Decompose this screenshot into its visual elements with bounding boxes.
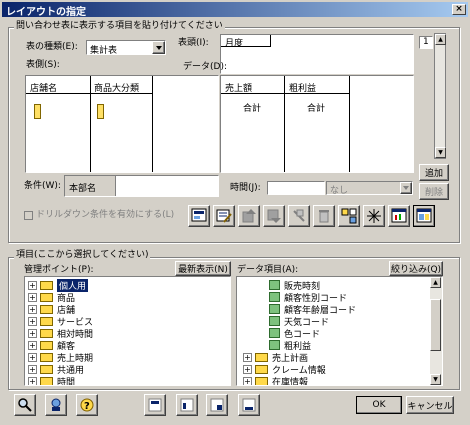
ok-button[interactable]: OK <box>356 396 402 414</box>
chevron-down-icon[interactable] <box>152 41 165 54</box>
scroll-up-icon[interactable]: ▲ <box>435 34 446 45</box>
scroll-thumb[interactable] <box>430 299 441 351</box>
tree-item[interactable]: + 共通用 <box>28 363 84 376</box>
header-label: 表頭(I): <box>178 38 209 48</box>
tree-leaf[interactable]: 顧客年齢層コード <box>269 303 356 316</box>
header-field-name: 月度 <box>225 39 244 49</box>
data-items-tree[interactable]: 販売時刻 顧客性別コード 顧客年齢層コード 天気コード 色コード 粗利益 + 売上… <box>236 276 443 386</box>
layout-window-icon[interactable] <box>413 205 435 227</box>
data-column-2-agg: 合計 <box>307 104 326 114</box>
refresh-button[interactable]: 最新表示(N) <box>175 261 231 276</box>
data-label: データ(D): <box>183 62 227 72</box>
time-select[interactable]: なし <box>326 181 413 196</box>
title-bar: レイアウトの指定 × <box>2 2 468 18</box>
insert-side-icon[interactable] <box>176 394 198 416</box>
chevron-down-icon[interactable] <box>400 182 412 194</box>
scroll-down-icon[interactable]: ▼ <box>430 374 441 385</box>
search-icon[interactable] <box>14 394 36 416</box>
side-column-1-label: 店舗名 <box>30 84 58 94</box>
time-input[interactable] <box>267 181 325 195</box>
items-group-title: 項目(ここから選択してください) <box>14 250 151 261</box>
svg-text:?: ? <box>84 401 90 412</box>
side-column-2[interactable]: 商品大分類 <box>91 76 153 172</box>
table-type-select[interactable]: 集計表 <box>86 40 166 56</box>
tree-leaf[interactable]: 販売時刻 <box>269 279 320 292</box>
condition-area[interactable]: 本部名 <box>64 175 219 197</box>
scroll-down-icon[interactable]: ▼ <box>435 147 446 158</box>
table-type-value: 集計表 <box>90 46 118 56</box>
data-column-1-agg: 合計 <box>243 104 262 114</box>
filter-button[interactable]: 絞り込み(Q) <box>389 261 443 276</box>
data-drop-area[interactable]: 売上額 合計 粗利益 合計 <box>220 75 414 173</box>
grid-icon[interactable] <box>188 205 210 227</box>
condition-field-name: 本部名 <box>69 184 97 194</box>
mgmt-tree[interactable]: + 個人用 + 商品 + 店舗 + サービス + 相対時間 + 顧客 + 売上時期 + 共通用 … <box>24 276 231 386</box>
cancel-button[interactable]: キャンセル <box>406 396 454 414</box>
drilldown-checkbox[interactable] <box>24 211 33 220</box>
side-drop-area[interactable]: 店舗名 商品大分類 <box>25 75 219 173</box>
data-column-1-label: 売上額 <box>225 84 253 94</box>
trash-icon[interactable] <box>313 205 335 227</box>
tree-item[interactable]: + サービス <box>28 315 93 328</box>
tree-item[interactable]: + 売上計画 <box>243 351 308 364</box>
tree-item[interactable]: + 在庫情報 <box>243 375 308 385</box>
delete-button[interactable]: 削除 <box>419 183 449 200</box>
insert-data-icon[interactable] <box>206 394 228 416</box>
window-title: レイアウトの指定 <box>6 7 86 18</box>
clear-icon[interactable] <box>288 205 310 227</box>
pivot-icon[interactable] <box>338 205 360 227</box>
mgmt-label: 管理ポイント(P): <box>24 265 94 275</box>
data-column-2[interactable]: 粗利益 合計 <box>285 76 350 172</box>
scroll-up-icon[interactable]: ▲ <box>430 277 441 288</box>
time-select-value: なし <box>330 186 349 196</box>
tree-item[interactable]: + 個人用 <box>28 278 89 292</box>
tree-leaf[interactable]: 粗利益 <box>269 339 311 352</box>
tree-item[interactable]: + 顧客 <box>28 339 75 352</box>
data-column-2-label: 粗利益 <box>289 84 317 94</box>
close-button[interactable]: × <box>452 4 466 15</box>
data-column-1[interactable]: 売上額 合計 <box>221 76 285 172</box>
drilldown-label: ドリルダウン条件を有効にする(L) <box>36 210 175 220</box>
edit-table-icon[interactable] <box>213 205 235 227</box>
page-scrollbar[interactable]: ▲ ▼ <box>434 33 446 159</box>
tree-item[interactable]: + 商品 <box>28 291 75 304</box>
header-field-box[interactable]: 月度 <box>221 35 271 49</box>
insert-condition-icon[interactable] <box>238 394 260 416</box>
time-label: 時間(J): <box>230 183 261 193</box>
side-label: 表側(S): <box>26 60 60 70</box>
condition-field-box[interactable]: 本部名 <box>65 176 116 196</box>
tree-item[interactable]: + 売上時期 <box>28 351 93 364</box>
data-tree-scrollbar[interactable]: ▲ ▼ <box>430 277 442 385</box>
side-column-2-label: 商品大分類 <box>94 84 140 94</box>
layout-dialog: { "window": {"title": "レイアウトの指定", "close… <box>0 0 470 425</box>
data-items-label: データ項目(A): <box>237 265 299 275</box>
chart-window-icon[interactable] <box>388 205 410 227</box>
user-info-icon[interactable] <box>45 394 67 416</box>
tree-leaf[interactable]: 顧客性別コード <box>269 291 347 304</box>
tree-item[interactable]: + 相対時間 <box>28 327 93 340</box>
tree-leaf[interactable]: 天気コード <box>269 315 329 328</box>
layout-group-title: 問い合わせ表に表示する項目を貼り付けてください <box>14 21 225 32</box>
side-column-1[interactable]: 店舗名 <box>26 76 91 172</box>
move-up-icon[interactable] <box>238 205 260 227</box>
tree-item[interactable]: + 時間 <box>28 375 75 385</box>
insert-top-icon[interactable] <box>144 394 166 416</box>
page-number: 1 <box>423 37 429 47</box>
tree-leaf[interactable]: 色コード <box>269 327 320 340</box>
header-drop-area[interactable]: 月度 <box>220 34 414 74</box>
table-type-label: 表の種類(E): <box>26 42 78 52</box>
field-marker-icon <box>97 104 104 119</box>
expand-icon[interactable] <box>363 205 385 227</box>
help-icon[interactable]: ? <box>76 394 98 416</box>
tree-item[interactable]: + クレーム情報 <box>243 363 326 376</box>
tree-item[interactable]: + 店舗 <box>28 303 75 316</box>
move-down-icon[interactable] <box>263 205 285 227</box>
page-number-box[interactable]: 1 <box>419 36 433 49</box>
condition-label: 条件(W): <box>24 181 61 191</box>
add-button[interactable]: 追加 <box>419 164 449 181</box>
field-marker-icon <box>34 104 41 119</box>
